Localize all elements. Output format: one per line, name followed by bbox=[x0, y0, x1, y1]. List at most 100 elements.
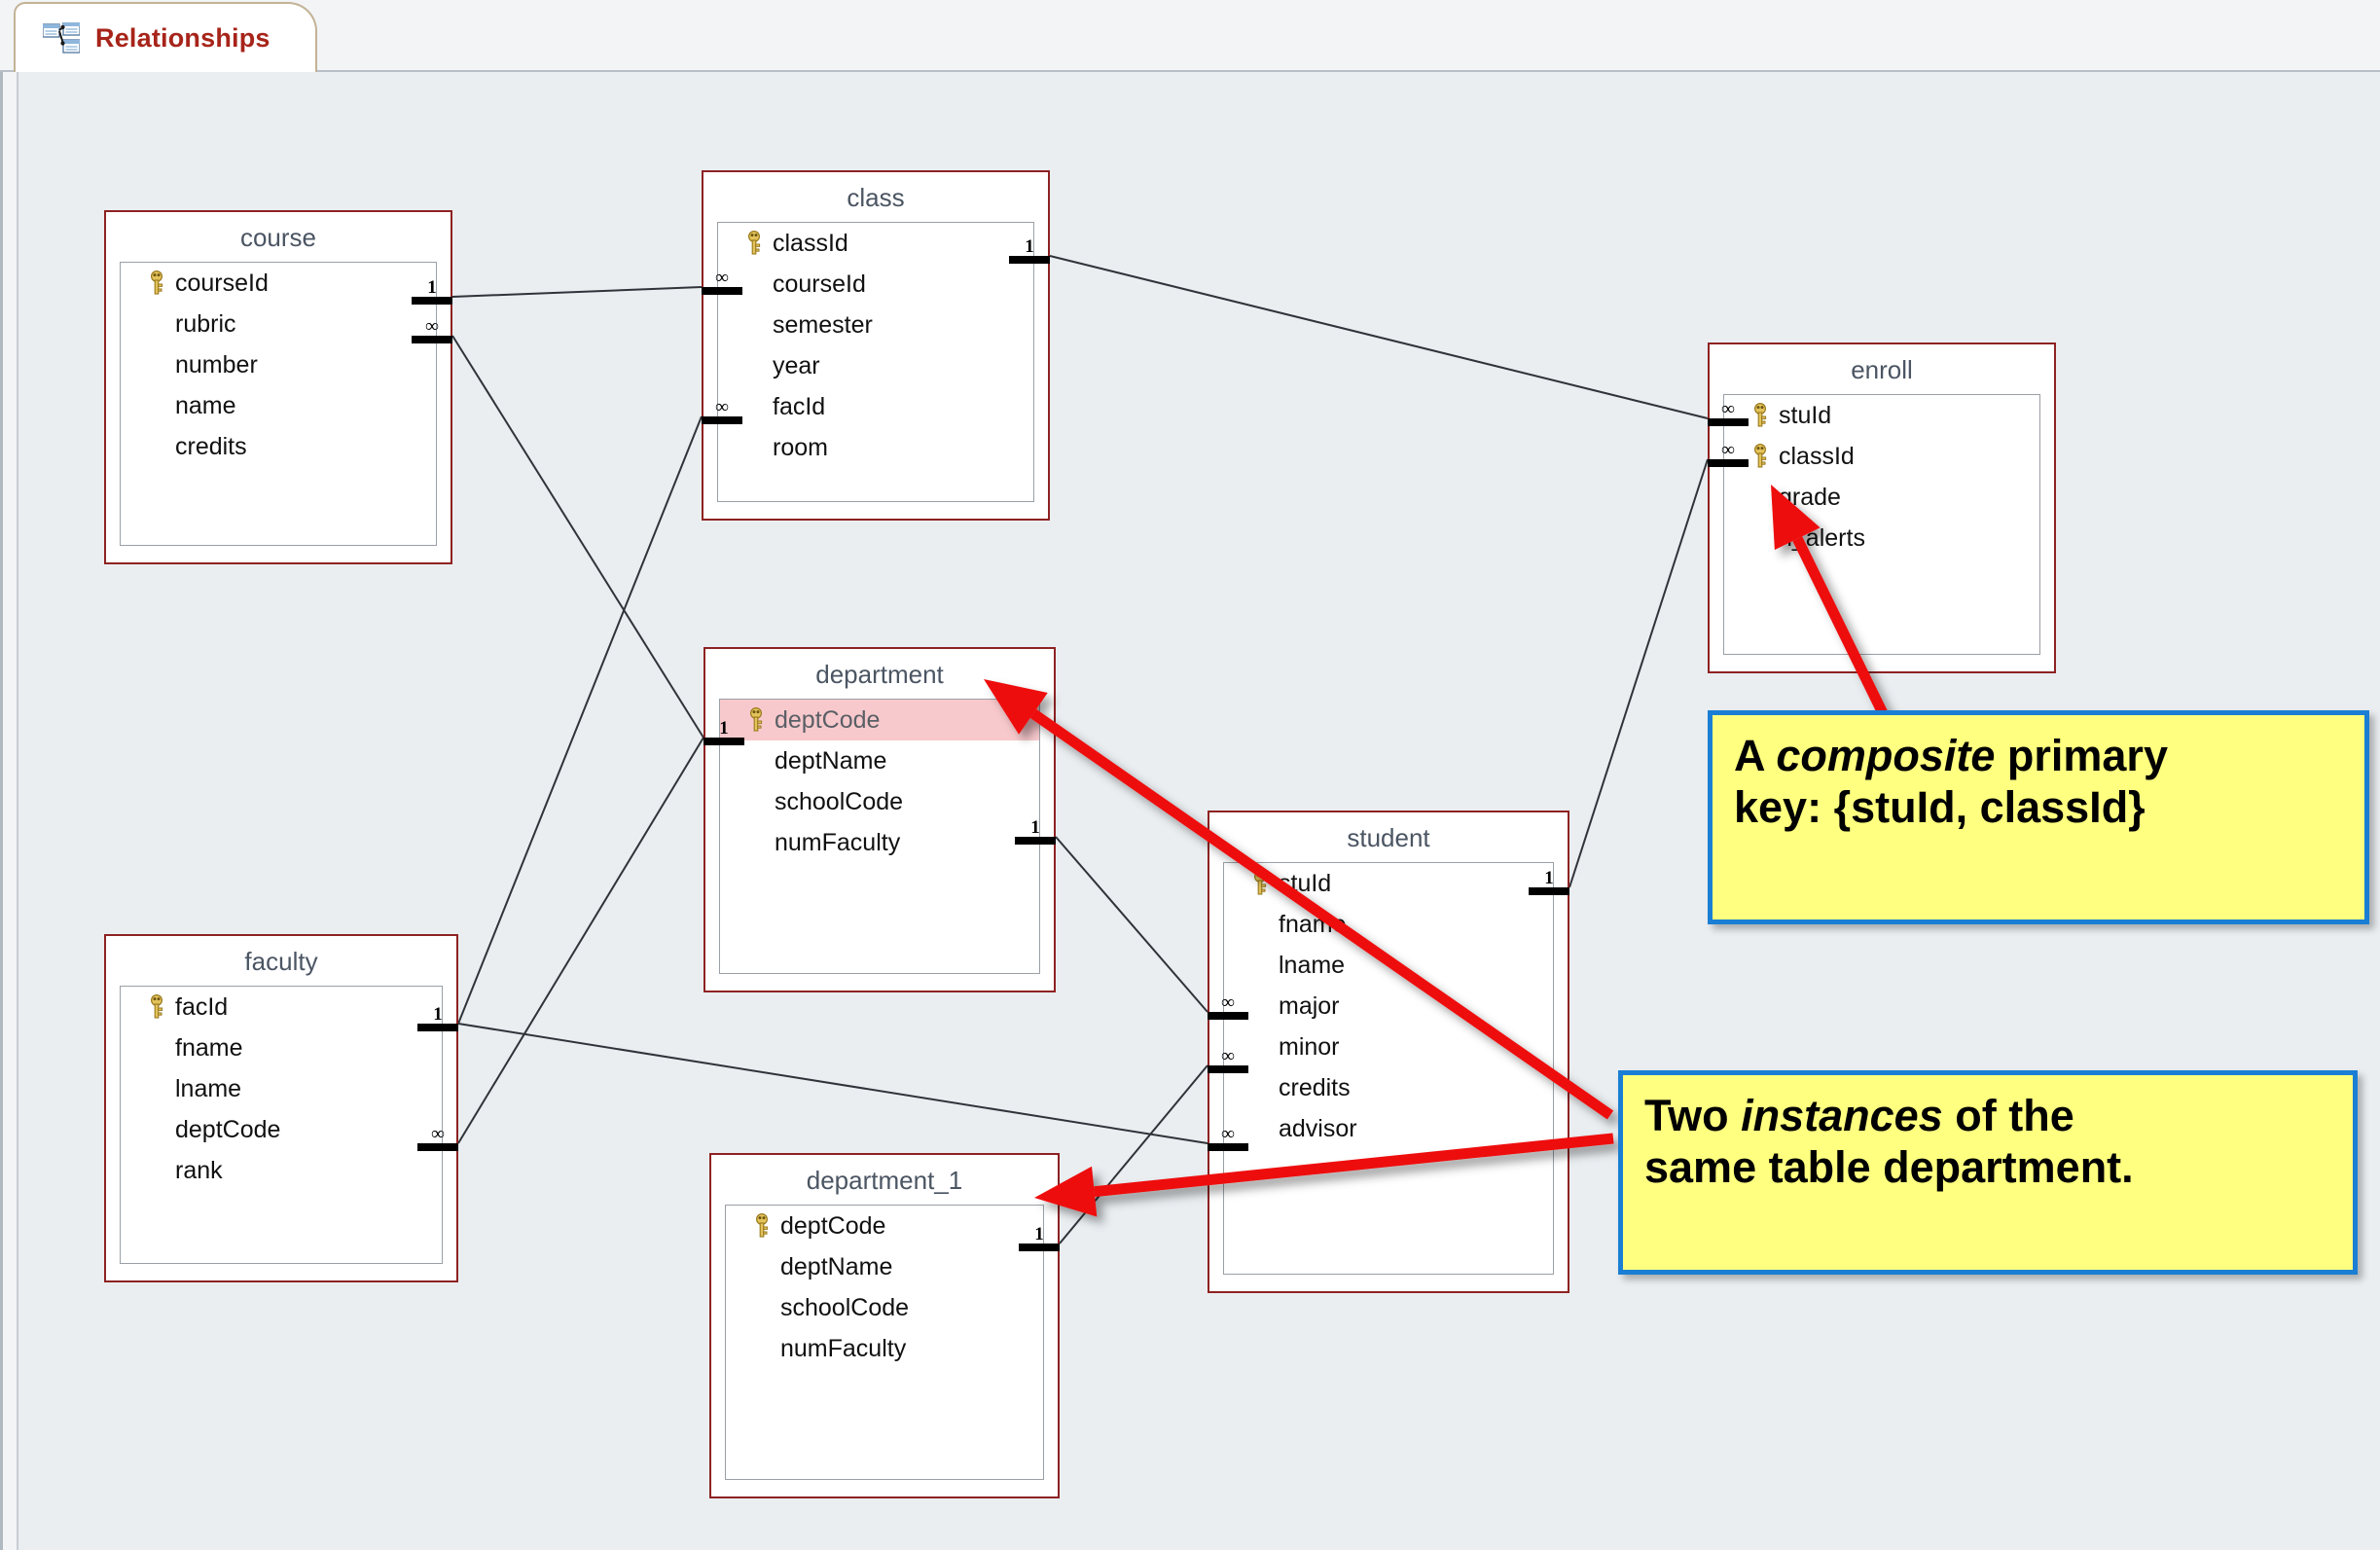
field-list[interactable]: deptCode deptName schoolCode numFaculty bbox=[719, 699, 1040, 974]
cardinality-many: ∞ bbox=[1208, 987, 1248, 1020]
relationship-line-faculty-student[interactable] bbox=[457, 1023, 1208, 1144]
relationship-line-student-enroll[interactable] bbox=[1569, 458, 1709, 888]
field-name: n_alerts bbox=[1779, 523, 1865, 552]
cardinality-many: ∞ bbox=[417, 1118, 458, 1151]
primary-key-icon bbox=[736, 231, 773, 256]
cardinality-label: ∞ bbox=[1221, 992, 1235, 1013]
field-row[interactable]: facId bbox=[121, 987, 442, 1027]
cardinality-bar bbox=[703, 738, 744, 745]
composite-key-note: A composite primary key: {stuId, classId} bbox=[1708, 710, 2369, 924]
table-title: faculty bbox=[244, 947, 318, 976]
cardinality-many: ∞ bbox=[702, 262, 742, 295]
field-row[interactable]: courseId bbox=[121, 263, 436, 304]
field-row[interactable]: classId bbox=[1724, 436, 2039, 477]
cardinality-label: ∞ bbox=[425, 316, 439, 337]
field-row[interactable]: minor bbox=[1224, 1027, 1553, 1067]
field-row[interactable]: numFaculty bbox=[726, 1328, 1043, 1369]
field-row[interactable]: major bbox=[1224, 986, 1553, 1027]
field-name: facId bbox=[175, 992, 229, 1021]
field-row[interactable]: stuId bbox=[1224, 863, 1553, 904]
field-row[interactable]: facId bbox=[718, 386, 1033, 427]
primary-key-icon bbox=[1242, 871, 1279, 896]
field-row[interactable]: advisor bbox=[1224, 1108, 1553, 1149]
cardinality-bar bbox=[1015, 837, 1056, 845]
field-name: deptCode bbox=[775, 705, 881, 734]
relationship-line-class-enroll[interactable] bbox=[1049, 255, 1709, 419]
field-row[interactable]: numFaculty bbox=[720, 822, 1039, 863]
field-list[interactable]: facId fname lname deptCode rank bbox=[120, 986, 443, 1264]
table-box-department_1[interactable]: department_1 deptCode deptName schoolCode nu… bbox=[709, 1153, 1060, 1498]
cardinality-bar bbox=[1208, 1065, 1248, 1073]
relationship-line-course-department[interactable] bbox=[451, 335, 704, 739]
field-name: facId bbox=[773, 392, 826, 420]
cardinality-bar bbox=[1019, 1244, 1060, 1251]
table-box-student[interactable]: student stuId fname lname major minor credits a… bbox=[1208, 811, 1569, 1293]
field-row[interactable]: n_alerts bbox=[1724, 518, 2039, 559]
field-row[interactable]: room bbox=[718, 427, 1033, 468]
field-list[interactable]: deptCode deptName schoolCode numFaculty bbox=[725, 1205, 1044, 1480]
field-row[interactable]: number bbox=[121, 344, 436, 385]
field-list[interactable]: courseId rubric number name credits bbox=[120, 262, 437, 546]
field-name: courseId bbox=[175, 269, 269, 297]
field-row[interactable]: fname bbox=[121, 1027, 442, 1068]
cardinality-label: 1 bbox=[1544, 868, 1554, 888]
field-row[interactable]: rank bbox=[121, 1150, 442, 1191]
field-row[interactable]: year bbox=[718, 345, 1033, 386]
table-box-enroll[interactable]: enroll stuId classId grade n_alerts bbox=[1708, 342, 2056, 673]
field-name: rank bbox=[175, 1156, 223, 1184]
callout-line1-pre: A bbox=[1734, 731, 1777, 780]
field-row[interactable]: deptName bbox=[726, 1246, 1043, 1287]
field-name: name bbox=[175, 391, 236, 419]
field-name: credits bbox=[175, 432, 247, 460]
field-name: major bbox=[1279, 991, 1340, 1020]
field-name: deptName bbox=[780, 1252, 893, 1280]
field-row[interactable]: rubric bbox=[121, 304, 436, 344]
tab-relationships[interactable]: Relationships bbox=[14, 2, 317, 72]
relationship-line-department-student[interactable] bbox=[1055, 836, 1208, 1013]
cardinality-many: ∞ bbox=[1708, 393, 1749, 426]
relationship-line-faculty-department[interactable] bbox=[457, 737, 704, 1144]
cardinality-bar bbox=[1009, 256, 1050, 264]
callout-line2: same table department. bbox=[1644, 1141, 2134, 1192]
field-row[interactable]: lname bbox=[1224, 945, 1553, 986]
field-row[interactable]: grade bbox=[1724, 477, 2039, 518]
table-box-faculty[interactable]: faculty facId fname lname deptCode rank bbox=[104, 934, 458, 1282]
field-row[interactable]: deptCode bbox=[720, 700, 1039, 740]
field-row[interactable]: deptCode bbox=[121, 1109, 442, 1150]
field-list[interactable]: classId courseId semester year facId room bbox=[717, 222, 1034, 502]
relationships-icon bbox=[43, 22, 80, 54]
cardinality-bar bbox=[702, 287, 742, 295]
field-row[interactable]: schoolCode bbox=[726, 1287, 1043, 1328]
cardinality-label: 1 bbox=[719, 718, 729, 739]
field-row[interactable]: name bbox=[121, 385, 436, 426]
field-row[interactable]: credits bbox=[1224, 1067, 1553, 1108]
field-list[interactable]: stuId classId grade n_alerts bbox=[1723, 394, 2040, 655]
cardinality-many: ∞ bbox=[1208, 1118, 1248, 1151]
field-row[interactable]: lname bbox=[121, 1068, 442, 1109]
field-name: stuId bbox=[1279, 869, 1332, 897]
cardinality-one: 1 bbox=[1019, 1218, 1060, 1251]
relationships-canvas[interactable]: course courseId rubric number name credits cla… bbox=[0, 72, 2380, 1550]
relationship-line-class-faculty[interactable] bbox=[457, 415, 703, 1025]
field-row[interactable]: deptName bbox=[720, 740, 1039, 781]
field-row[interactable]: stuId bbox=[1724, 395, 2039, 436]
field-row[interactable]: semester bbox=[718, 305, 1033, 345]
field-row[interactable]: schoolCode bbox=[720, 781, 1039, 822]
cardinality-label: ∞ bbox=[1721, 440, 1735, 460]
field-name: number bbox=[175, 350, 258, 378]
cardinality-bar bbox=[1208, 1143, 1248, 1151]
field-row[interactable]: credits bbox=[121, 426, 436, 467]
field-row[interactable]: fname bbox=[1224, 904, 1553, 945]
relationship-line-department_1-student[interactable] bbox=[1059, 1064, 1208, 1244]
table-title: department bbox=[815, 660, 944, 689]
table-box-course[interactable]: course courseId rubric number name credits bbox=[104, 210, 452, 564]
field-name: fname bbox=[175, 1033, 243, 1062]
field-list[interactable]: stuId fname lname major minor credits advisor bbox=[1223, 862, 1554, 1275]
field-row[interactable]: classId bbox=[718, 223, 1033, 264]
field-row[interactable]: deptCode bbox=[726, 1206, 1043, 1246]
relationship-line-course-class[interactable] bbox=[451, 286, 703, 298]
field-row[interactable]: courseId bbox=[718, 264, 1033, 305]
table-box-class[interactable]: class classId courseId semester year facId roo… bbox=[702, 170, 1050, 521]
field-name: lname bbox=[175, 1074, 242, 1102]
table-box-department[interactable]: department deptCode deptName schoolCode numF… bbox=[703, 647, 1056, 992]
